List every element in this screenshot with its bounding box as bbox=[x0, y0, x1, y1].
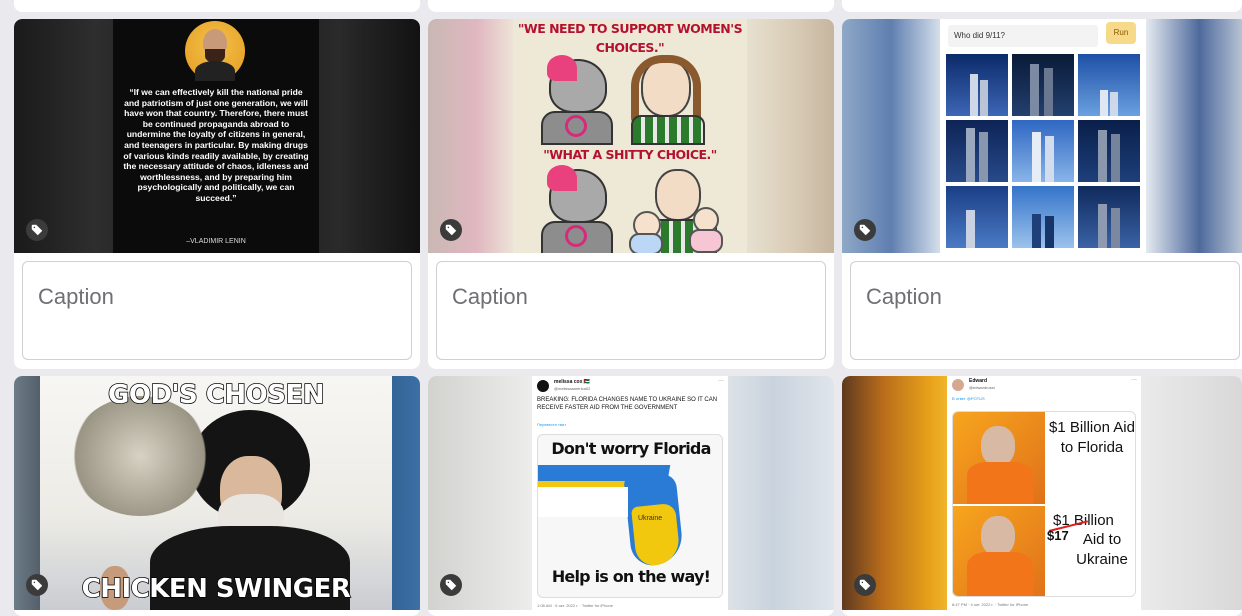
tag-icon bbox=[445, 579, 457, 591]
meme-image: “If we can effectively kill the national… bbox=[113, 19, 319, 253]
meme-image: melissa cox 🇵🇸 @melissaamerica02 ··· BRE… bbox=[532, 376, 728, 610]
card-top-strip bbox=[428, 0, 834, 12]
card-image[interactable]: melissa cox 🇵🇸 @melissaamerica02 ··· BRE… bbox=[428, 376, 834, 610]
venus-symbol bbox=[565, 115, 587, 137]
tweet-image: Don't worry Florida Ukraine Help is on t… bbox=[537, 434, 723, 598]
card-top-strip bbox=[14, 0, 420, 12]
tag-icon bbox=[445, 224, 457, 236]
image-card: melissa cox 🇵🇸 @melissaamerica02 ··· BRE… bbox=[428, 376, 834, 616]
card-top-strip bbox=[842, 0, 1242, 12]
meme-image: Who did 9/11? Run bbox=[940, 19, 1146, 253]
meme-image: "WE NEED TO SUPPORT WOMEN'S CHOICES." "W… bbox=[513, 19, 747, 253]
caption-input[interactable]: Caption bbox=[850, 261, 1240, 360]
tower-tile bbox=[946, 186, 1008, 248]
tag-icon bbox=[31, 579, 43, 591]
quote-attribution: –VLADIMIR LENIN bbox=[186, 238, 246, 245]
tower-tile bbox=[1012, 186, 1074, 248]
run-button-image: Run bbox=[1106, 22, 1136, 44]
tag-icon bbox=[859, 579, 871, 591]
meme-image: Edward @edwardrossl ··· В ответ @POTUS $… bbox=[947, 376, 1141, 610]
pink-hair bbox=[547, 55, 577, 81]
meme-bottom-text: CHICKEN SWINGER bbox=[81, 573, 352, 605]
caption-input[interactable]: Caption bbox=[436, 261, 826, 360]
woman-shirt bbox=[631, 115, 705, 145]
tag-button[interactable] bbox=[440, 219, 462, 241]
image-card: "WE NEED TO SUPPORT WOMEN'S CHOICES." "W… bbox=[428, 19, 834, 369]
search-input-image: Who did 9/11? bbox=[948, 25, 1098, 47]
drake-meme: $1 Billion Aid to Florida $1 Billion $17… bbox=[952, 411, 1136, 597]
card-image[interactable]: Who did 9/11? Run bbox=[842, 19, 1242, 253]
panel-reject bbox=[953, 412, 1045, 504]
portrait-circle bbox=[185, 21, 245, 81]
caption-placeholder: Caption bbox=[38, 284, 114, 309]
caption-input[interactable]: Caption bbox=[22, 261, 412, 360]
tower-tile bbox=[946, 120, 1008, 182]
card-image[interactable]: GOD'S CHOSEN CHICKEN SWINGER bbox=[14, 376, 420, 610]
tower-tile bbox=[1012, 120, 1074, 182]
image-card: Who did 9/11? Run Caption bbox=[842, 19, 1242, 369]
avatar bbox=[952, 379, 964, 391]
tower-tile bbox=[1078, 120, 1140, 182]
card-image[interactable]: “If we can effectively kill the national… bbox=[14, 19, 420, 253]
tower-tile bbox=[1078, 186, 1140, 248]
tag-button[interactable] bbox=[854, 574, 876, 596]
caption-placeholder: Caption bbox=[866, 284, 942, 309]
meme-mid-text: "WHAT A SHITTY CHOICE." bbox=[543, 147, 717, 162]
tag-button[interactable] bbox=[854, 219, 876, 241]
tower-tile bbox=[1012, 54, 1074, 116]
chicken bbox=[70, 396, 210, 516]
card-image[interactable]: Edward @edwardrossl ··· В ответ @POTUS $… bbox=[842, 376, 1242, 610]
tweet-text: BREAKING: FLORIDA CHANGES NAME TO UKRAIN… bbox=[537, 397, 718, 411]
meme-top-text: GOD'S CHOSEN bbox=[107, 379, 325, 411]
image-card: Edward @edwardrossl ··· В ответ @POTUS $… bbox=[842, 376, 1242, 616]
tower-tile bbox=[1078, 54, 1140, 116]
tag-button[interactable] bbox=[26, 219, 48, 241]
gallery-grid: “If we can effectively kill the national… bbox=[0, 0, 1242, 616]
caption-placeholder: Caption bbox=[452, 284, 528, 309]
card-image[interactable]: "WE NEED TO SUPPORT WOMEN'S CHOICES." "W… bbox=[428, 19, 834, 253]
tag-button[interactable] bbox=[26, 574, 48, 596]
panel-approve bbox=[953, 506, 1045, 596]
meme-image: GOD'S CHOSEN CHICKEN SWINGER bbox=[40, 376, 392, 610]
tag-icon bbox=[859, 224, 871, 236]
tag-icon bbox=[31, 224, 43, 236]
tower-tile bbox=[946, 54, 1008, 116]
quote-text: “If we can effectively kill the national… bbox=[123, 87, 309, 203]
image-card: “If we can effectively kill the national… bbox=[14, 19, 420, 369]
avatar bbox=[537, 380, 549, 392]
tag-button[interactable] bbox=[440, 574, 462, 596]
image-card: GOD'S CHOSEN CHICKEN SWINGER bbox=[14, 376, 420, 616]
meme-top-text: "WE NEED TO SUPPORT WOMEN'S CHOICES." bbox=[517, 21, 743, 55]
